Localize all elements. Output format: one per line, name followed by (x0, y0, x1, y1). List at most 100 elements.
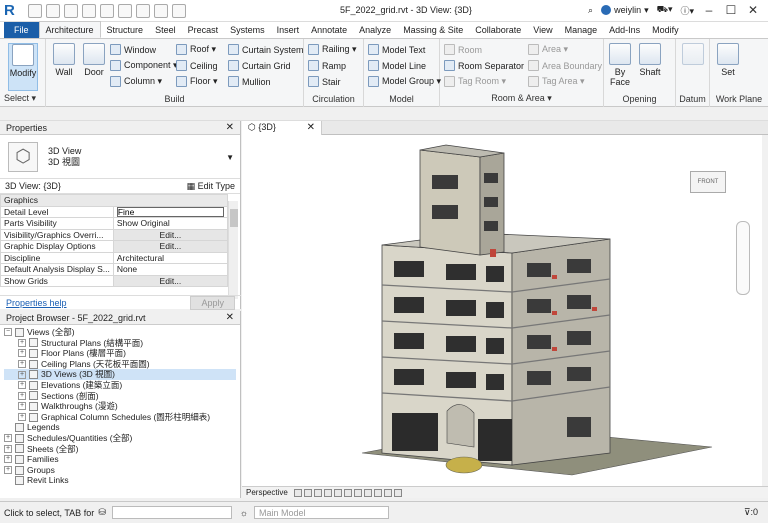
expand-icon[interactable]: + (18, 381, 26, 390)
scroll-thumb[interactable] (229, 209, 238, 227)
expand-icon[interactable]: + (18, 349, 26, 358)
floor-button[interactable]: Floor ▾ (176, 76, 218, 87)
property-value[interactable]: None (112, 263, 229, 276)
curtain-system-button[interactable]: Curtain System (228, 44, 304, 55)
tab-analyze[interactable]: Analyze (353, 22, 397, 38)
browser-node[interactable]: + Floor Plans (樓層平面) (4, 348, 236, 359)
set-button[interactable]: Set (714, 43, 742, 77)
properties-scrollbar[interactable] (228, 201, 238, 299)
browser-node[interactable]: + Elevations (建築立面) (4, 380, 236, 391)
lock-view-icon[interactable] (373, 488, 382, 497)
detail-level-input[interactable] (116, 206, 224, 217)
navigation-bar[interactable] (736, 221, 750, 295)
browser-node[interactable]: + Sheets (全部) (4, 444, 236, 455)
3d-viewport[interactable]: FRONT (242, 135, 762, 486)
area-boundary-button[interactable]: Area Boundary (528, 60, 602, 71)
component-button[interactable]: Component ▾ (110, 60, 178, 71)
expand-icon[interactable]: + (4, 444, 12, 453)
model-line-button[interactable]: Model Line (368, 60, 426, 71)
select-dropdown[interactable]: Select ▾ (0, 93, 45, 104)
column-button[interactable]: Column ▾ (110, 76, 162, 87)
table-row[interactable]: Graphics (0, 194, 228, 207)
tab-file[interactable]: File (4, 22, 39, 38)
3d-view-icon[interactable] (154, 3, 168, 18)
vg-overrides-edit-button[interactable]: Edit... (112, 228, 229, 241)
tag-area-button[interactable]: Tag Area ▾ (528, 76, 585, 87)
by-face-button[interactable]: By Face (606, 43, 634, 87)
browser-node[interactable]: + Families (4, 454, 236, 465)
help-icon[interactable]: ⓘ▾ (680, 4, 694, 17)
model-selector[interactable]: Main Model (254, 506, 389, 519)
property-value[interactable] (112, 205, 229, 218)
crop-view-icon[interactable] (353, 488, 362, 497)
close-icon[interactable]: ✕ (226, 312, 234, 323)
redo-icon[interactable] (82, 3, 96, 18)
close-icon[interactable]: ✕ (307, 122, 315, 133)
tab-view[interactable]: View (527, 22, 558, 38)
tab-steel[interactable]: Steel (149, 22, 182, 38)
reveal-hidden-icon[interactable] (393, 488, 402, 497)
browser-node[interactable]: +3D Views (3D 視圖) (4, 369, 236, 380)
user-account[interactable]: weiylin ▾ (601, 5, 649, 16)
room-area-dropdown[interactable]: Room & Area ▾ (440, 93, 603, 104)
shaft-button[interactable]: Shaft (636, 43, 664, 77)
measure-icon[interactable] (118, 3, 132, 18)
expand-icon[interactable]: + (18, 402, 26, 411)
browser-node[interactable]: Legends (4, 422, 236, 433)
expand-icon[interactable]: + (18, 370, 26, 379)
chevron-down-icon[interactable]: ▼ (226, 153, 234, 162)
expand-icon[interactable]: + (4, 434, 12, 443)
text-icon[interactable] (136, 3, 150, 18)
browser-node[interactable]: + Walkthroughs (漫遊) (4, 401, 236, 412)
browser-node[interactable]: + Schedules/Quantities (全部) (4, 433, 236, 444)
tab-collaborate[interactable]: Collaborate (469, 22, 527, 38)
browser-node[interactable]: + Ceiling Plans (天花板平面圖) (4, 359, 236, 370)
stair-button[interactable]: Stair (308, 76, 341, 87)
property-value[interactable]: Show Original (112, 217, 229, 230)
thin-lines-icon[interactable] (172, 3, 186, 18)
edit-type-button[interactable]: ▦ Edit Type (187, 181, 235, 192)
expand-icon[interactable]: + (18, 338, 26, 347)
tag-room-button[interactable]: Tag Room ▾ (444, 76, 506, 87)
worksets-icon[interactable]: ⛁ (98, 507, 106, 518)
tab-structure[interactable]: Structure (101, 22, 150, 38)
mullion-button[interactable]: Mullion (228, 76, 271, 87)
tab-architecture[interactable]: Architecture (38, 21, 101, 38)
wall-button[interactable]: Wall (50, 43, 78, 77)
minimize-button[interactable]: – (702, 3, 716, 17)
browser-node[interactable]: + Graphical Column Schedules (圖形柱明細表) (4, 412, 236, 423)
apply-button[interactable]: Apply (190, 295, 235, 310)
view-tab-3d[interactable]: ⬡ {3D} ✕ (242, 120, 322, 135)
instance-filter-label[interactable]: 3D View: {3D} (5, 181, 61, 191)
tab-massing-site[interactable]: Massing & Site (397, 22, 469, 38)
railing-button[interactable]: Railing ▾ (308, 44, 357, 55)
design-options-icon[interactable]: ☼ (240, 508, 248, 518)
tab-annotate[interactable]: Annotate (305, 22, 353, 38)
browser-node[interactable]: + Groups (4, 465, 236, 476)
scale-icon[interactable] (293, 488, 302, 497)
open-icon[interactable] (28, 3, 42, 18)
tab-insert[interactable]: Insert (271, 22, 306, 38)
maximize-button[interactable]: ☐ (724, 3, 738, 17)
show-grids-edit-button[interactable]: Edit... (112, 274, 229, 287)
tab-systems[interactable]: Systems (224, 22, 271, 38)
close-icon[interactable]: ✕ (226, 122, 234, 133)
temp-hide-icon[interactable] (383, 488, 392, 497)
shadows-icon[interactable] (333, 488, 342, 497)
ceiling-button[interactable]: Ceiling (176, 60, 218, 71)
door-button[interactable]: Door (80, 43, 108, 77)
save-icon[interactable] (46, 3, 60, 18)
browser-node[interactable]: − Views (全部) (4, 327, 236, 338)
tab-precast[interactable]: Precast (182, 22, 225, 38)
status-input[interactable] (111, 506, 232, 519)
sun-path-icon[interactable] (323, 488, 332, 497)
level-button[interactable] (679, 43, 707, 67)
binoculars-icon[interactable]: ⌕ (588, 5, 593, 16)
room-separator-button[interactable]: Room Separator (444, 60, 524, 71)
expand-icon[interactable]: + (4, 455, 12, 464)
print-icon[interactable] (100, 3, 114, 18)
model-text-button[interactable]: Model Text (368, 44, 425, 55)
expand-icon[interactable]: + (4, 466, 12, 475)
tab-manage[interactable]: Manage (559, 22, 604, 38)
selection-filter[interactable]: ⊽:0 (744, 507, 758, 518)
